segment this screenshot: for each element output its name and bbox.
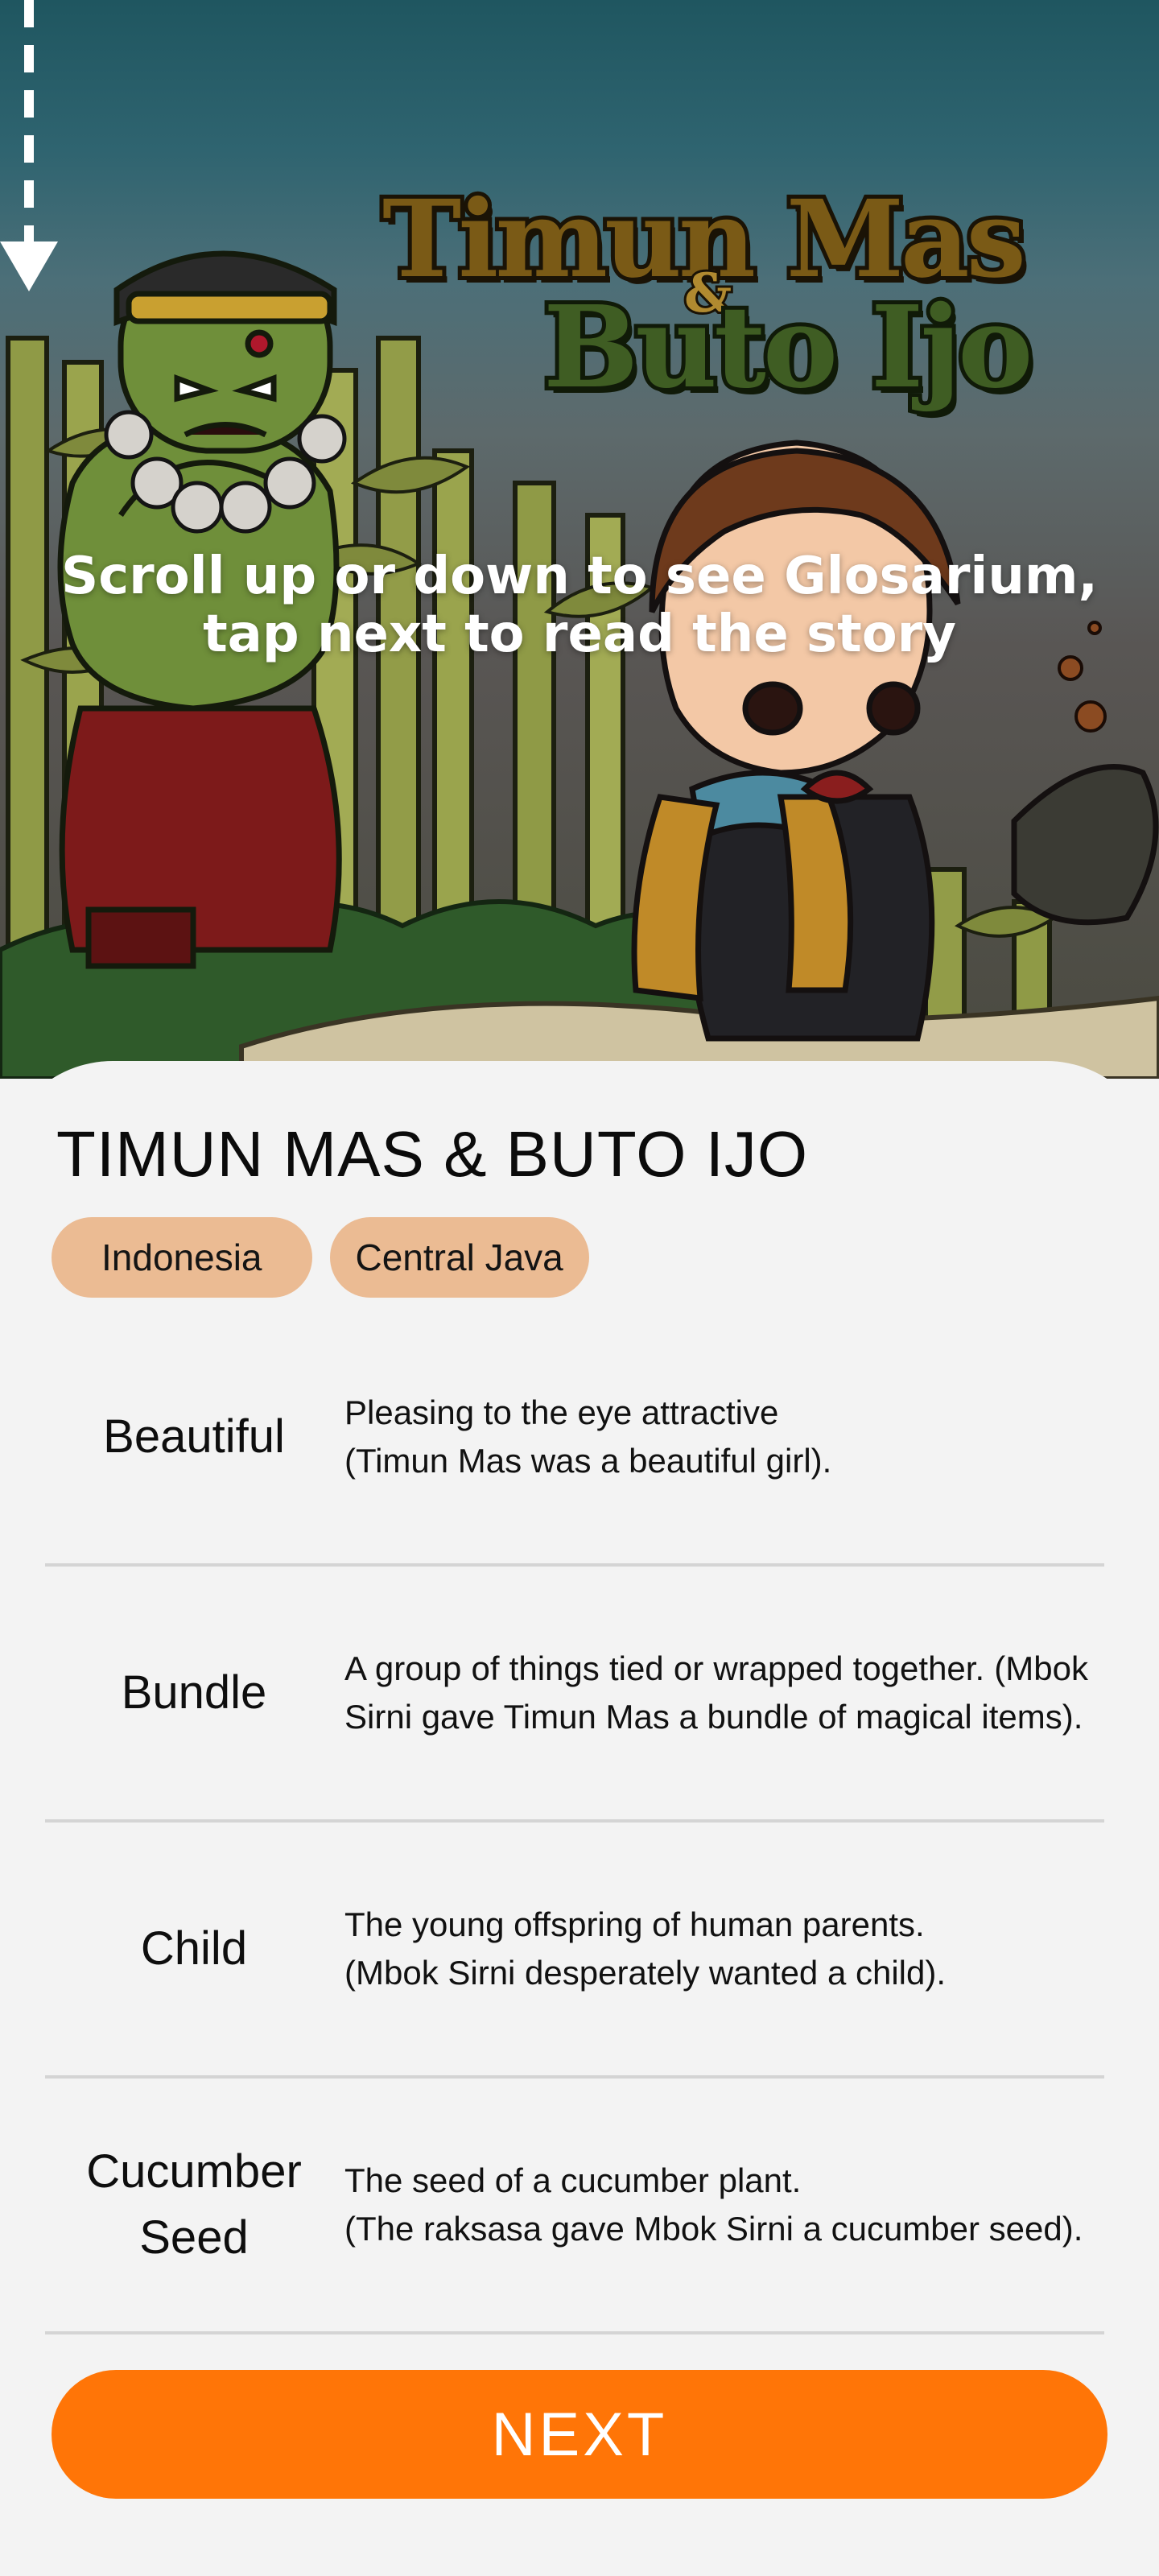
glossary-entry-bundle: Bundle A group of things tied or wrapped… bbox=[45, 1567, 1104, 1823]
glossary-term: Cucumber Seed bbox=[45, 2079, 343, 2331]
definition-line: A group of things tied or wrapped togeth… bbox=[344, 1649, 1088, 1736]
scroll-instruction-line1: Scroll up or down to see Glosarium, bbox=[61, 547, 1098, 606]
glossary-term: Bundle bbox=[45, 1567, 343, 1819]
glossary-list[interactable]: Beautiful Pleasing to the eye attractive… bbox=[45, 1311, 1104, 2334]
glossary-entry-child: Child The young offspring of human paren… bbox=[45, 1823, 1104, 2079]
glossary-definition: A group of things tied or wrapped togeth… bbox=[344, 1567, 1088, 1819]
hero-illustration: Timun Mas & Buto Ijo Scroll up or down t… bbox=[0, 0, 1159, 1079]
glossary-definition: The young offspring of human parents. (M… bbox=[344, 1823, 1088, 2075]
definition-example: (The raksasa gave Mbok Sirni a cucumber … bbox=[344, 2210, 1083, 2248]
definition-line: The seed of a cucumber plant. bbox=[344, 2161, 802, 2199]
story-intro-screen: Timun Mas & Buto Ijo Scroll up or down t… bbox=[0, 0, 1159, 2576]
logo-title-line2: Buto Ijo bbox=[539, 278, 1037, 418]
glossary-entry-beautiful: Beautiful Pleasing to the eye attractive… bbox=[45, 1311, 1104, 1567]
glossary-term: Beautiful bbox=[45, 1311, 343, 1563]
glossary-definition: The seed of a cucumber plant. (The raksa… bbox=[344, 2079, 1088, 2331]
scroll-instruction-line2: tap next to read the story bbox=[203, 605, 956, 664]
glossary-entry-cucumber-seed: Cucumber Seed The seed of a cucumber pla… bbox=[45, 2079, 1104, 2334]
story-title: TIMUN MAS & BUTO IJO bbox=[56, 1118, 809, 1190]
definition-line: Pleasing to the eye attractive bbox=[344, 1393, 779, 1431]
glossary-term-text: Beautiful bbox=[103, 1410, 285, 1463]
next-button[interactable]: NEXT bbox=[52, 2370, 1107, 2499]
glossary-term-text: Cucumber bbox=[86, 2145, 302, 2198]
definition-example: (Mbok Sirni desperately wanted a child). bbox=[344, 1954, 947, 1992]
glossary-sheet: TIMUN MAS & BUTO IJO Indonesia Central J… bbox=[0, 1061, 1159, 2576]
tag-region[interactable]: Central Java bbox=[329, 1217, 589, 1298]
scroll-instruction: Scroll up or down to see Glosarium, tap … bbox=[0, 547, 1159, 663]
glossary-term-text-line2: Seed bbox=[139, 2211, 249, 2264]
definition-line: The young offspring of human parents. bbox=[344, 1905, 925, 1943]
glossary-term: Child bbox=[45, 1823, 343, 2075]
definition-example: (Timun Mas was a beautiful girl). bbox=[344, 1442, 832, 1480]
story-tags: Indonesia Central Java bbox=[52, 1217, 589, 1298]
tag-country[interactable]: Indonesia bbox=[52, 1217, 312, 1298]
glossary-definition: Pleasing to the eye attractive (Timun Ma… bbox=[344, 1311, 1088, 1563]
glossary-term-text: Bundle bbox=[121, 1666, 267, 1719]
glossary-term-text: Child bbox=[140, 1922, 248, 1975]
dashed-down-arrow-icon bbox=[0, 0, 58, 291]
story-logo: Timun Mas & Buto Ijo bbox=[366, 161, 1037, 451]
